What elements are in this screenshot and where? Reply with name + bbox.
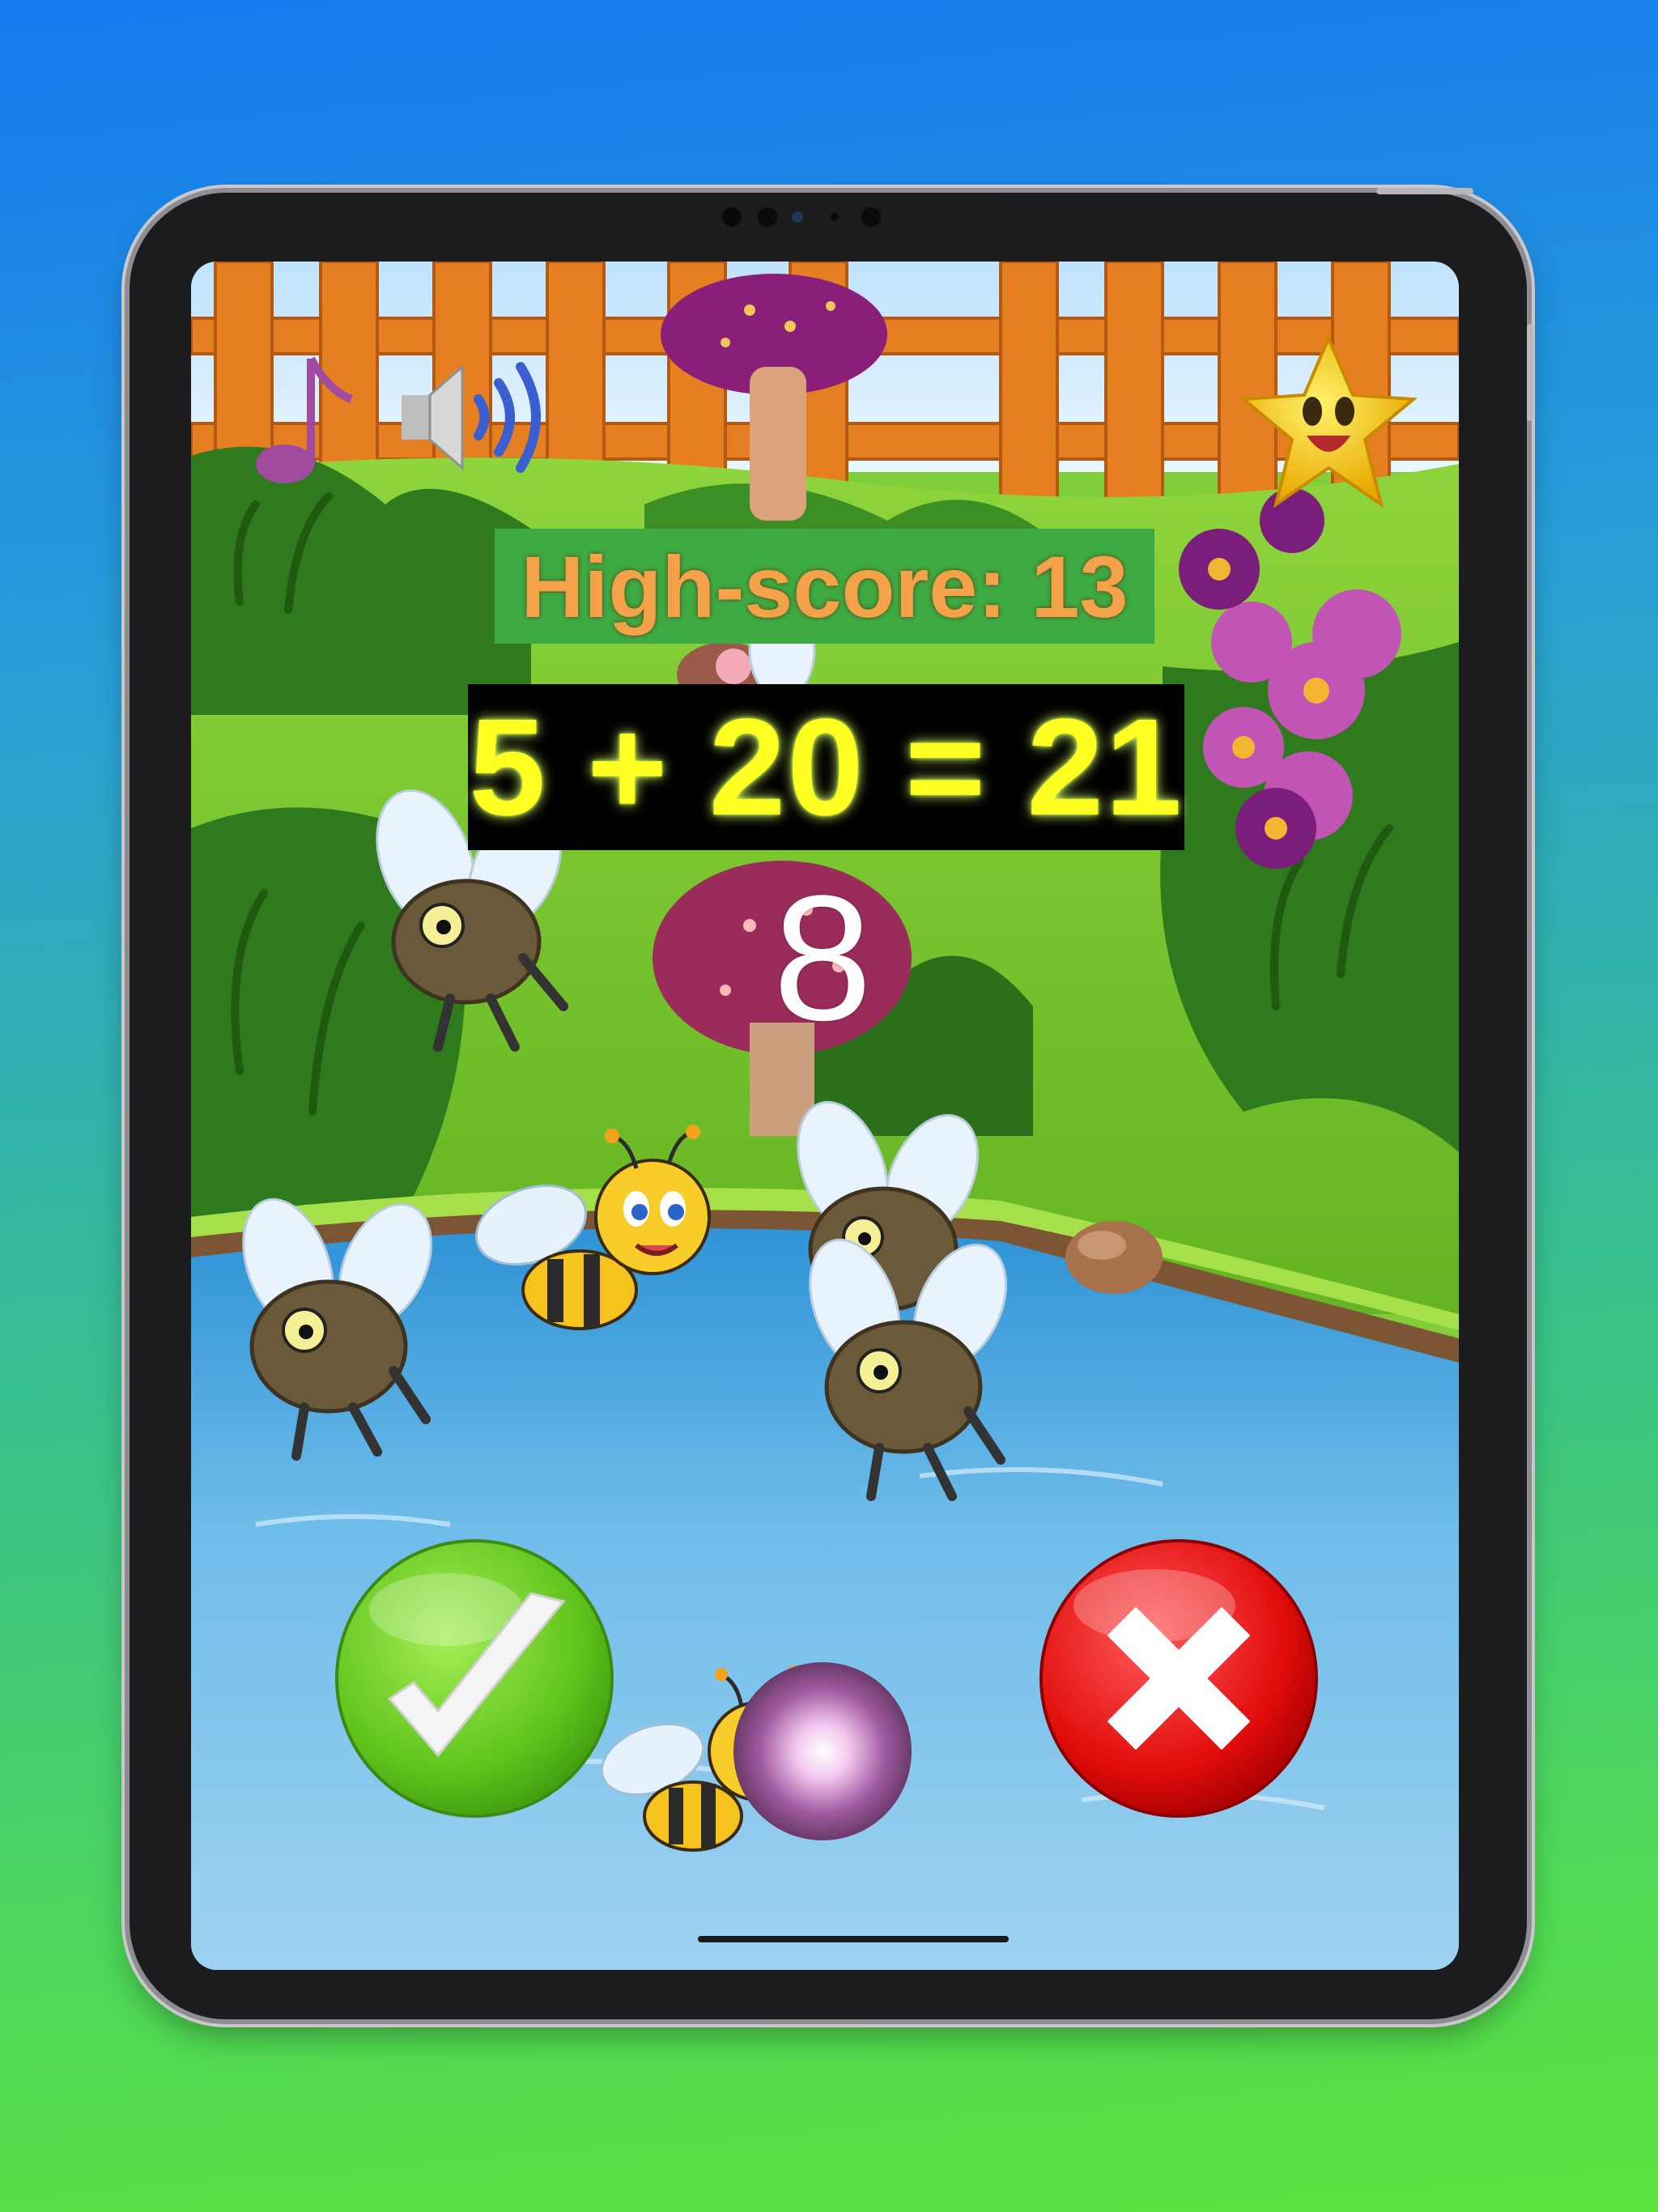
- energy-orb: [733, 1662, 912, 1840]
- speaker-icon: [402, 362, 541, 473]
- game-screen: High-score: 13 5 + 20 = 21 8: [191, 262, 1459, 1970]
- high-score-label: High-score: 13: [495, 529, 1154, 644]
- sound-toggle-button[interactable]: [393, 351, 555, 488]
- volume-button: [1527, 324, 1533, 421]
- wrong-answer-button[interactable]: [1037, 1537, 1320, 1820]
- home-indicator[interactable]: [698, 1936, 1009, 1942]
- star-icon: [1239, 334, 1418, 508]
- tablet-frame: High-score: 13 5 + 20 = 21 8: [130, 193, 1527, 2019]
- equation-display: 5 + 20 = 21: [468, 684, 1184, 850]
- music-toggle-button[interactable]: [232, 342, 353, 496]
- countdown-timer: 8: [772, 858, 873, 1057]
- camera-sensors: [130, 207, 1527, 227]
- power-button: [1376, 188, 1473, 194]
- correct-answer-button[interactable]: [333, 1537, 616, 1820]
- music-note-icon: [256, 356, 353, 483]
- star-mascot: [1239, 334, 1418, 508]
